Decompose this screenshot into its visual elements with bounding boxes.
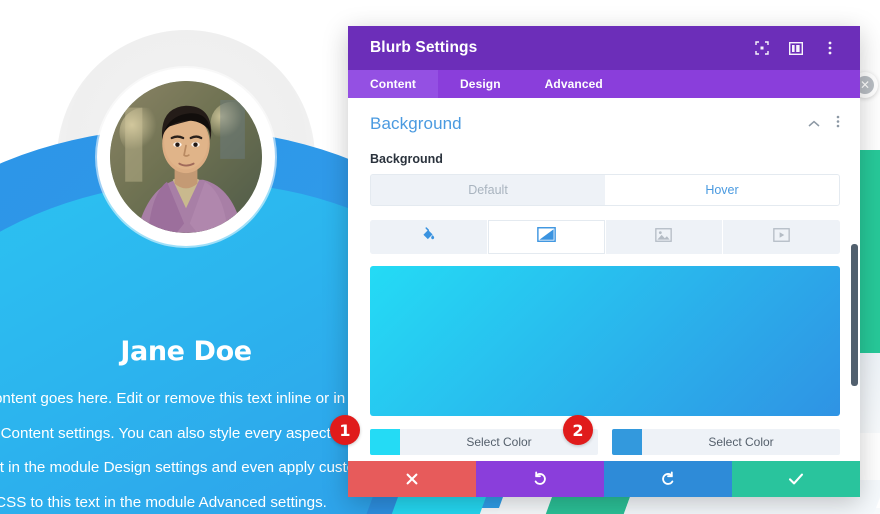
background-color-tab[interactable] xyxy=(370,220,488,254)
modal-body: Background Background Default Hover Sele… xyxy=(348,98,860,461)
page-title: Jane Doe xyxy=(120,336,252,367)
background-type-tabs xyxy=(370,220,840,254)
section-title: Background xyxy=(370,114,462,133)
section-more-options-icon[interactable] xyxy=(836,115,840,133)
select-color-button-2[interactable]: Select Color xyxy=(642,429,840,455)
tab-advanced[interactable]: Advanced xyxy=(523,70,625,98)
background-video-icon xyxy=(773,227,790,247)
expand-icon[interactable] xyxy=(754,40,770,56)
discard-button[interactable] xyxy=(348,461,476,497)
save-button[interactable] xyxy=(732,461,860,497)
color-swatch-1[interactable] xyxy=(370,429,400,455)
annotation-badge-2: 2 xyxy=(563,415,593,445)
avatar xyxy=(101,72,271,242)
profile-photo xyxy=(110,81,262,233)
background-section-header: Background xyxy=(370,114,840,134)
blurb-settings-modal: Blurb Settings Content Design Advanced B… xyxy=(348,26,860,497)
page-body-text: Your content goes here. Edit or remove t… xyxy=(0,390,375,511)
background-video-tab[interactable] xyxy=(723,220,840,254)
background-color-icon xyxy=(420,226,437,248)
background-gradient-icon xyxy=(536,227,556,247)
gradient-preview[interactable] xyxy=(370,266,840,416)
screenshot-root: Jane Doe Your content goes here. Edit or… xyxy=(0,0,880,514)
tab-design[interactable]: Design xyxy=(438,70,523,98)
modal-header: Blurb Settings xyxy=(348,26,860,70)
redo-button[interactable] xyxy=(604,461,732,497)
background-image-icon xyxy=(655,227,673,247)
background-image-tab[interactable] xyxy=(605,220,724,254)
undo-button[interactable] xyxy=(476,461,604,497)
modal-scrollbar[interactable] xyxy=(851,244,858,386)
layout-icon[interactable] xyxy=(788,40,804,56)
chevron-up-icon[interactable] xyxy=(808,118,820,130)
modal-header-actions xyxy=(754,40,846,56)
modal-tabs: Content Design Advanced xyxy=(348,70,860,98)
annotation-badge-1: 1 xyxy=(330,415,360,445)
color-swatch-2[interactable] xyxy=(612,429,642,455)
state-toggle: Default Hover xyxy=(370,174,840,206)
modal-title: Blurb Settings xyxy=(370,39,478,56)
section-controls xyxy=(808,115,840,133)
more-options-icon[interactable] xyxy=(822,40,838,56)
tab-content[interactable]: Content xyxy=(348,70,439,98)
avatar-ring xyxy=(107,78,265,236)
state-option-hover[interactable]: Hover xyxy=(605,175,839,205)
gradient-color-stops: Select Color Select Color xyxy=(370,429,840,455)
color-stop-2: Select Color xyxy=(612,429,840,455)
background-gradient-tab[interactable] xyxy=(487,220,606,254)
modal-footer xyxy=(348,461,860,497)
state-option-default[interactable]: Default xyxy=(371,175,605,205)
background-field-label: Background xyxy=(370,152,443,166)
